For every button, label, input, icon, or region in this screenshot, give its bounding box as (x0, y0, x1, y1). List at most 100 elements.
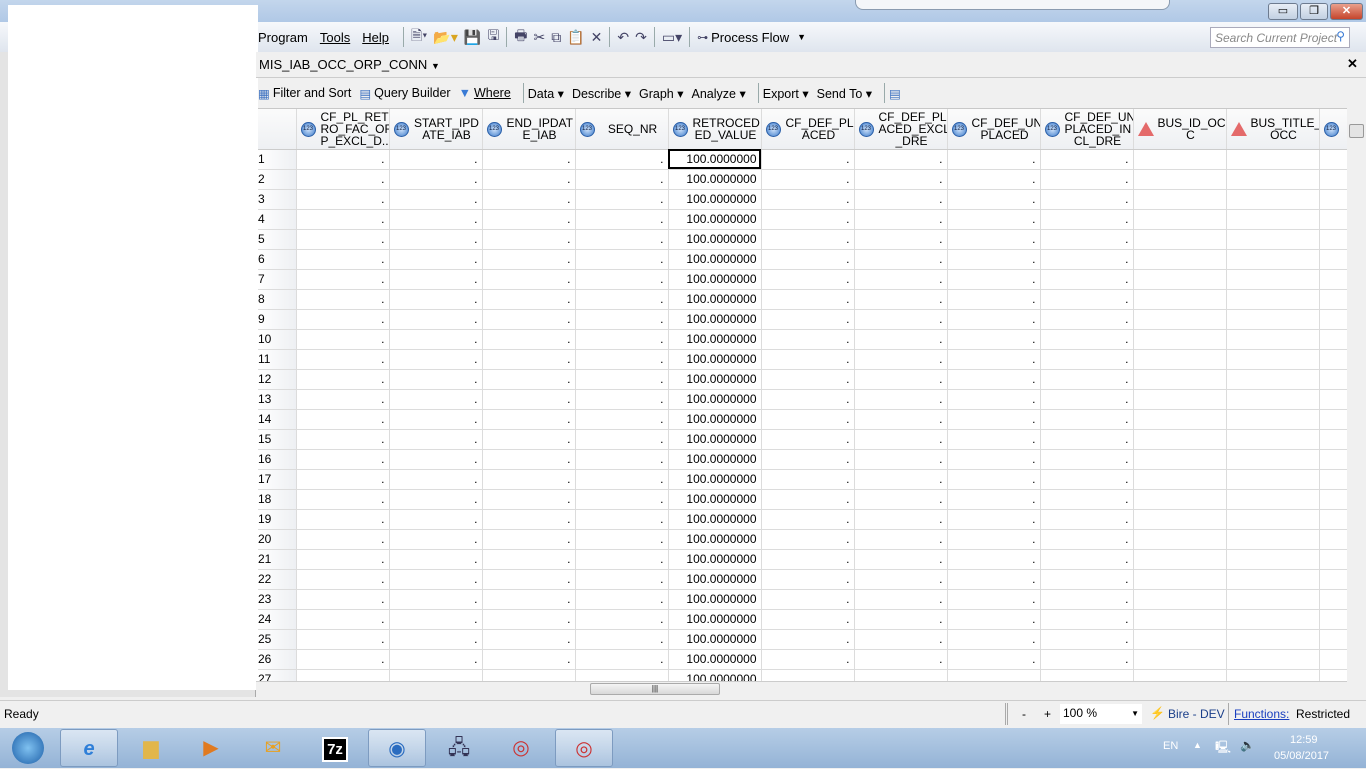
table-cell[interactable]: . (947, 649, 1041, 670)
search-icon[interactable]: ⚲ (1336, 29, 1345, 43)
table-cell[interactable] (1226, 549, 1320, 570)
table-cell[interactable]: . (482, 609, 576, 630)
table-cell[interactable] (1226, 609, 1320, 630)
table-cell[interactable] (1133, 329, 1227, 350)
table-cell[interactable] (1226, 409, 1320, 430)
table-cell[interactable]: . (854, 289, 948, 310)
table-cell[interactable] (1226, 509, 1320, 530)
table-cell[interactable]: . (389, 149, 483, 170)
horizontal-scrollbar[interactable] (256, 681, 1347, 697)
table-cell[interactable] (1226, 369, 1320, 390)
table-row[interactable]: 11.... 100.0000000.... (258, 349, 1347, 370)
table-cell[interactable] (1226, 349, 1320, 370)
table-cell[interactable] (1226, 169, 1320, 190)
table-cell[interactable]: . (482, 569, 576, 590)
table-cell[interactable]: . (1040, 469, 1134, 490)
undo-icon[interactable]: ↶ (617, 29, 629, 46)
table-cell[interactable]: . (854, 589, 948, 610)
table-cell[interactable]: . (296, 409, 390, 430)
table-cell[interactable]: . (761, 549, 855, 570)
scroll-thumb[interactable] (1349, 124, 1364, 138)
table-cell[interactable] (1226, 649, 1320, 670)
taskbar-explorer[interactable]: ▆ (122, 729, 180, 767)
table-cell[interactable]: . (854, 649, 948, 670)
table-cell[interactable]: . (296, 389, 390, 410)
table-row[interactable]: 27.... 100.0000000.... (258, 669, 1347, 681)
table-cell[interactable]: 100.0000000 (668, 249, 762, 270)
table-cell[interactable]: . (854, 429, 948, 450)
table-cell[interactable]: . (947, 409, 1041, 430)
table-cell[interactable]: . (389, 369, 483, 390)
table-cell[interactable] (1133, 669, 1227, 681)
table-cell[interactable] (1133, 549, 1227, 570)
table-cell[interactable]: . (761, 369, 855, 390)
row-number[interactable]: 25 (258, 629, 297, 650)
close-tab-icon[interactable]: ✕ (1347, 56, 1358, 72)
table-cell[interactable]: . (761, 609, 855, 630)
table-cell[interactable] (1319, 649, 1347, 670)
table-cell[interactable]: . (1040, 549, 1134, 570)
table-cell[interactable]: . (575, 629, 669, 650)
table-cell[interactable]: . (947, 529, 1041, 550)
row-number[interactable]: 1 (258, 149, 297, 170)
table-cell[interactable] (1319, 289, 1347, 310)
table-cell[interactable]: . (761, 389, 855, 410)
row-number[interactable]: 14 (258, 409, 297, 430)
table-cell[interactable] (1226, 309, 1320, 330)
row-number[interactable]: 11 (258, 349, 297, 370)
table-cell[interactable]: 100.0000000 (668, 609, 762, 630)
table-cell[interactable]: . (761, 209, 855, 230)
table-cell[interactable]: . (575, 389, 669, 410)
functions-link[interactable]: Functions: (1234, 707, 1289, 721)
column-header[interactable]: 123 SEQ_NR (575, 109, 669, 150)
data-menu[interactable]: Data ▾ (528, 86, 564, 101)
table-cell[interactable]: . (761, 569, 855, 590)
taskbar-lync[interactable]: ◉ (368, 729, 426, 767)
table-cell[interactable]: . (296, 429, 390, 450)
network-tray-icon[interactable]: 🖳 (1215, 738, 1231, 759)
table-cell[interactable]: . (482, 349, 576, 370)
table-cell[interactable]: . (761, 309, 855, 330)
table-cell[interactable]: . (575, 569, 669, 590)
row-number[interactable]: 10 (258, 329, 297, 350)
table-cell[interactable]: . (389, 629, 483, 650)
table-cell[interactable]: . (296, 669, 390, 681)
table-cell[interactable]: . (854, 229, 948, 250)
table-cell[interactable]: . (1040, 569, 1134, 590)
table-cell[interactable]: . (1040, 229, 1134, 250)
taskbar-ie[interactable]: e (60, 729, 118, 767)
table-cell[interactable] (1319, 489, 1347, 510)
row-number[interactable]: 26 (258, 649, 297, 670)
table-cell[interactable] (1133, 589, 1227, 610)
table-cell[interactable]: . (854, 509, 948, 530)
table-cell[interactable] (1133, 269, 1227, 290)
table-cell[interactable]: 100.0000000 (668, 589, 762, 610)
table-cell[interactable]: . (482, 469, 576, 490)
row-number[interactable]: 23 (258, 589, 297, 610)
table-cell[interactable]: . (1040, 329, 1134, 350)
table-row[interactable]: 17.... 100.0000000.... (258, 469, 1347, 490)
table-row[interactable]: 13.... 100.0000000.... (258, 389, 1347, 410)
table-cell[interactable]: . (575, 309, 669, 330)
cut-icon[interactable]: ✂ (533, 29, 545, 46)
table-cell[interactable]: . (296, 309, 390, 330)
redo-icon[interactable]: ↷ (635, 29, 647, 46)
taskbar-sas[interactable]: ◎ (492, 729, 550, 767)
table-cell[interactable]: . (296, 349, 390, 370)
table-cell[interactable]: 100.0000000 (668, 409, 762, 430)
clock-time[interactable]: 12:59 (1290, 734, 1318, 746)
zoom-select[interactable]: 100 % ▼ (1060, 704, 1142, 724)
table-cell[interactable]: . (761, 249, 855, 270)
table-cell[interactable] (1226, 269, 1320, 290)
table-cell[interactable]: . (947, 609, 1041, 630)
table-cell[interactable]: 100.0000000 (668, 269, 762, 290)
table-cell[interactable]: . (296, 249, 390, 270)
table-cell[interactable] (1319, 429, 1347, 450)
table-cell[interactable] (1133, 569, 1227, 590)
row-number[interactable]: 17 (258, 469, 297, 490)
table-cell[interactable] (1133, 189, 1227, 210)
table-cell[interactable]: . (854, 449, 948, 470)
table-cell[interactable]: . (482, 669, 576, 681)
table-cell[interactable] (1133, 409, 1227, 430)
table-cell[interactable]: . (389, 269, 483, 290)
